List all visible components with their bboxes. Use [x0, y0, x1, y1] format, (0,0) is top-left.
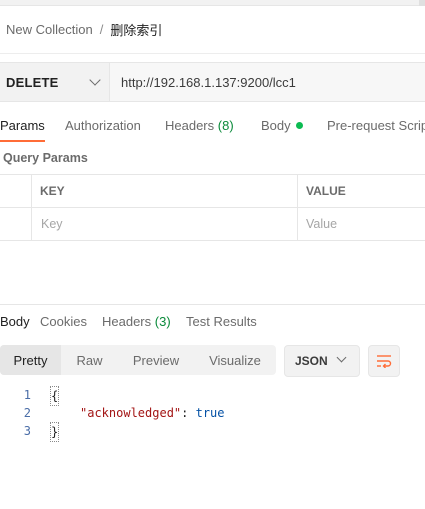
tab-body[interactable]: Body	[261, 112, 303, 142]
code-line: 3 }	[0, 422, 425, 442]
column-divider	[31, 175, 32, 208]
column-divider	[31, 208, 32, 241]
query-params-title: Query Params	[3, 151, 88, 165]
language-select[interactable]: JSON	[284, 345, 360, 377]
json-entry: "acknowledged": true	[80, 404, 225, 422]
format-pretty-button[interactable]: Pretty	[0, 345, 61, 375]
json-colon: :	[181, 406, 196, 420]
method-label: DELETE	[6, 74, 59, 90]
language-select-label: JSON	[295, 354, 328, 368]
breadcrumb-separator: /	[99, 21, 104, 37]
code-line: 2 "acknowledged": true	[0, 404, 425, 422]
response-tab-headers-count: (3)	[154, 314, 171, 329]
wrap-lines-icon	[377, 355, 392, 368]
json-close-brace: }	[50, 422, 60, 442]
query-params-table: KEY VALUE Key Value	[0, 174, 425, 241]
request-bar: DELETE http://192.168.1.137:9200/lcc1	[0, 62, 425, 102]
tab-headers-count: (8)	[217, 118, 234, 133]
format-visualize-button[interactable]: Visualize	[194, 345, 276, 375]
param-key-input[interactable]: Key	[41, 217, 63, 231]
response-tab-headers-label: Headers	[102, 314, 152, 329]
request-tabs: Params Authorization Headers (8) Body Pr…	[0, 112, 425, 142]
tab-prerequest-script[interactable]: Pre-request Scrip	[327, 112, 425, 142]
line-number: 1	[23, 388, 31, 402]
chevron-down-icon	[89, 74, 101, 86]
response-tabs: Body Cookies Headers (3) Test Results	[0, 304, 425, 337]
breadcrumb-request-name[interactable]: 删除索引	[110, 20, 162, 39]
breadcrumb: New Collection / 删除索引	[6, 20, 162, 38]
json-value: true	[195, 406, 225, 420]
line-number: 3	[23, 424, 31, 438]
body-status-dot-icon	[295, 122, 303, 129]
tab-headers[interactable]: Headers (8)	[165, 112, 234, 142]
json-key: "acknowledged"	[80, 406, 182, 420]
response-tab-headers[interactable]: Headers (3)	[102, 314, 171, 329]
params-header-row: KEY VALUE	[0, 175, 425, 208]
column-header-key: KEY	[40, 184, 65, 198]
tab-body-label: Body	[261, 118, 291, 133]
code-line: 1 {	[0, 386, 425, 406]
method-select[interactable]: DELETE	[0, 62, 110, 102]
params-input-row: Key Value	[0, 208, 425, 241]
json-open-brace: {	[50, 386, 60, 406]
column-divider	[297, 175, 298, 208]
param-value-input[interactable]: Value	[306, 217, 337, 231]
response-tab-cookies[interactable]: Cookies	[40, 314, 87, 329]
chevron-down-icon	[336, 352, 347, 363]
response-tab-test-results[interactable]: Test Results	[186, 314, 257, 329]
header-divider	[0, 53, 425, 54]
top-window-strip	[0, 0, 425, 6]
format-preview-button[interactable]: Preview	[118, 345, 194, 375]
line-number: 2	[23, 406, 31, 420]
tab-params[interactable]: Params	[0, 112, 45, 142]
url-input[interactable]: http://192.168.1.137:9200/lcc1	[110, 62, 425, 102]
wrap-lines-button[interactable]	[368, 345, 400, 377]
tab-authorization[interactable]: Authorization	[65, 112, 141, 142]
format-raw-button[interactable]: Raw	[61, 345, 118, 375]
breadcrumb-collection[interactable]: New Collection	[6, 22, 93, 37]
column-divider	[297, 208, 298, 241]
tab-headers-label: Headers	[165, 118, 215, 133]
response-tab-body[interactable]: Body	[0, 314, 30, 329]
column-header-value: VALUE	[306, 184, 346, 198]
format-toggle: Pretty Raw Preview Visualize	[0, 345, 276, 375]
